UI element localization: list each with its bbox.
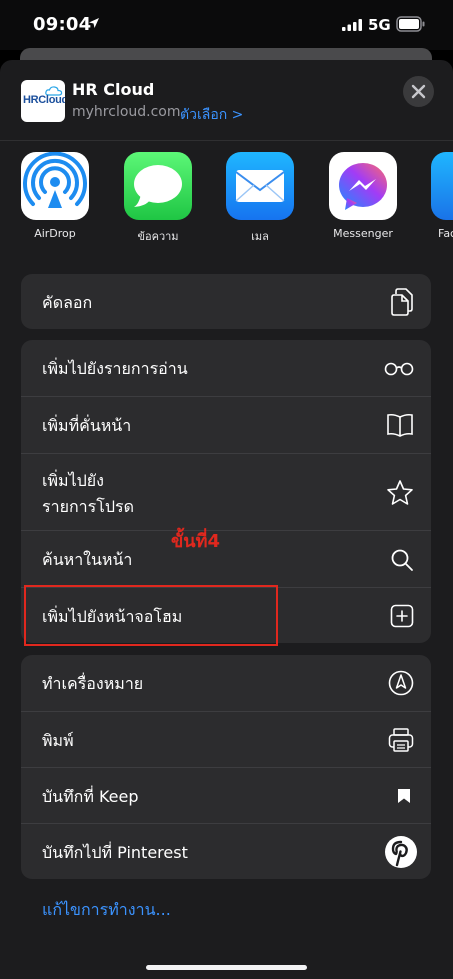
mail-icon	[226, 152, 294, 220]
battery-icon	[396, 16, 425, 32]
app-airdrop[interactable]: AirDrop	[20, 152, 90, 252]
action-copy-label: คัดลอก	[42, 293, 93, 312]
edit-actions-link[interactable]: แก้ไขการทำงาน...	[42, 898, 171, 923]
add-square-icon	[390, 604, 414, 628]
network-type: 5G	[368, 16, 391, 34]
app-label-mail: เมล	[251, 230, 269, 243]
messages-icon	[124, 152, 192, 220]
step-highlight-box	[24, 585, 278, 646]
printer-icon	[388, 728, 414, 752]
bookmark-icon	[398, 789, 410, 803]
app-messages[interactable]: ข้อความ	[123, 152, 193, 252]
copy-icon	[391, 288, 413, 316]
app-facebook[interactable]: Fac	[430, 152, 453, 252]
app-label-facebook: Fac	[438, 227, 453, 240]
action-save-keep[interactable]: บันทึกที่ Keep	[21, 768, 431, 823]
app-share-row: AirDrop ข้อความ เมล Messenger Fa	[0, 152, 453, 252]
status-bar: 09:04 5G	[0, 0, 453, 50]
star-icon	[387, 480, 413, 505]
action-add-reading-list[interactable]: เพิ่มไปยังรายการอ่าน	[21, 340, 431, 396]
site-url: myhrcloud.com	[72, 104, 181, 120]
location-arrow-icon	[89, 18, 99, 28]
action-add-favorites-label-line2: รายการโปรด	[42, 497, 134, 516]
app-label-messenger: Messenger	[333, 227, 393, 240]
share-sheet: HRCloud HR Cloud myhrcloud.com ตัวเลือก …	[0, 60, 453, 979]
app-mail[interactable]: เมล	[225, 152, 295, 252]
action-add-bookmark[interactable]: เพิ่มที่คั่นหน้า	[21, 397, 431, 453]
action-copy[interactable]: คัดลอก	[21, 274, 431, 329]
facebook-icon	[431, 152, 453, 220]
copy-group: คัดลอก	[21, 274, 431, 329]
action-find-on-page[interactable]: ค้นหาในหน้า	[21, 531, 431, 587]
action-add-favorites[interactable]: เพิ่มไปยัง รายการโปรด	[21, 454, 431, 530]
action-print-label: พิมพ์	[42, 731, 74, 750]
messenger-icon	[329, 152, 397, 220]
action-find-on-page-label: ค้นหาในหน้า	[42, 550, 133, 569]
action-save-pinterest-label: บันทึกไปที่ Pinterest	[42, 843, 188, 862]
action-add-bookmark-label: เพิ่มที่คั่นหน้า	[42, 416, 132, 435]
action-add-favorites-label-line1: เพิ่มไปยัง	[42, 471, 104, 490]
action-save-pinterest[interactable]: บันทึกไปที่ Pinterest	[21, 824, 431, 879]
app-label-airdrop: AirDrop	[34, 227, 76, 240]
options-link[interactable]: ตัวเลือก >	[180, 104, 243, 126]
cellular-signal-icon	[342, 19, 362, 31]
markup-pen-icon	[388, 670, 414, 696]
app-label-messages: ข้อความ	[137, 230, 179, 243]
action-print[interactable]: พิมพ์	[21, 712, 431, 767]
action-add-reading-list-label: เพิ่มไปยังรายการอ่าน	[42, 359, 188, 378]
site-thumbnail-text: HRCloud	[23, 94, 65, 106]
header-divider	[0, 140, 453, 141]
search-icon	[391, 549, 413, 571]
close-button[interactable]	[403, 76, 434, 107]
site-title: HR Cloud	[72, 80, 155, 99]
action-markup-label: ทำเครื่องหมาย	[42, 674, 144, 693]
close-icon	[411, 84, 426, 99]
app-messenger[interactable]: Messenger	[328, 152, 398, 252]
step-annotation-label: ขั้นที่4	[171, 531, 220, 552]
book-icon	[387, 413, 413, 437]
airdrop-icon	[21, 152, 89, 220]
site-thumbnail: HRCloud	[21, 80, 65, 122]
more-actions-group: ทำเครื่องหมาย พิมพ์ บันทึกที่ Keep บันทึ…	[21, 655, 431, 879]
share-header: HRCloud HR Cloud myhrcloud.com ตัวเลือก …	[0, 60, 453, 140]
glasses-icon	[384, 362, 414, 376]
status-time: 09:04	[33, 14, 92, 35]
action-markup[interactable]: ทำเครื่องหมาย	[21, 655, 431, 711]
action-save-keep-label: บันทึกที่ Keep	[42, 787, 139, 806]
pinterest-icon	[385, 836, 417, 868]
home-indicator[interactable]	[146, 965, 307, 970]
